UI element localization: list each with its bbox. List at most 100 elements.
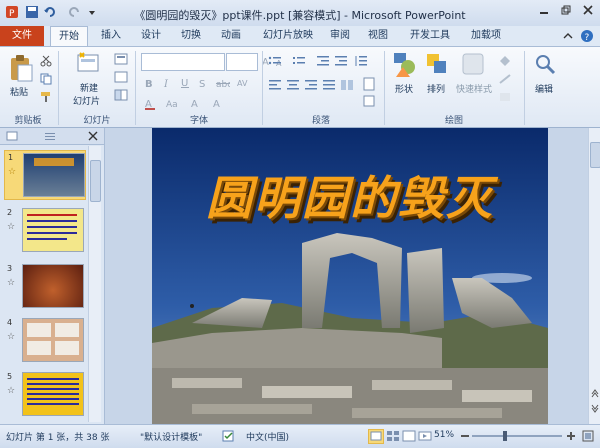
clear-format-icon[interactable]: A <box>212 97 226 114</box>
star-icon: ☆ <box>7 222 16 232</box>
char-spacing-icon[interactable]: AV <box>236 77 250 92</box>
star-icon: ☆ <box>7 278 16 288</box>
decrease-indent-icon[interactable] <box>316 55 330 70</box>
quick-styles-button[interactable]: 快速样式 <box>456 82 492 95</box>
strikethrough-icon[interactable]: abc <box>216 77 232 92</box>
zoom-slider-thumb[interactable] <box>503 431 507 441</box>
editing-button[interactable]: 编辑 <box>535 82 553 95</box>
italic-icon[interactable]: I <box>162 77 174 92</box>
thumbnail-slide-2[interactable]: 2 ☆ <box>4 206 84 254</box>
pane-scroll-thumb[interactable] <box>90 160 101 202</box>
tab-design[interactable]: 设计 <box>136 26 166 46</box>
font-color-icon[interactable]: A <box>144 97 158 114</box>
section-icon[interactable] <box>114 89 128 104</box>
svg-text:Aa: Aa <box>166 100 178 110</box>
star-icon: ☆ <box>7 386 16 396</box>
font-name-combo[interactable] <box>141 53 225 71</box>
shapes-icon[interactable] <box>392 51 418 79</box>
align-right-icon[interactable] <box>304 79 318 94</box>
tab-home[interactable]: 开始 <box>50 26 88 47</box>
editing-icon[interactable] <box>532 51 558 79</box>
tab-developer[interactable]: 开发工具 <box>406 26 454 46</box>
thumbnail-slide-3[interactable]: 3 ☆ <box>4 262 84 310</box>
format-painter-icon[interactable] <box>40 91 52 106</box>
zoom-out-icon[interactable] <box>460 431 470 444</box>
language[interactable]: 中文(中国) <box>246 430 289 443</box>
fit-to-window-icon[interactable] <box>582 430 594 445</box>
next-slide-icon[interactable] <box>591 404 599 417</box>
tab-slideshow[interactable]: 幻灯片放映 <box>260 26 316 46</box>
svg-text:?: ? <box>585 33 590 43</box>
shape-effects-icon[interactable] <box>498 91 512 106</box>
shapes-button[interactable]: 形状 <box>395 82 413 95</box>
change-case-icon[interactable]: Aa <box>166 97 180 114</box>
increase-indent-icon[interactable] <box>334 55 348 70</box>
new-slide-button-line2[interactable]: 幻灯片 <box>73 94 100 107</box>
svg-text:B: B <box>145 79 153 89</box>
slide-scrollbar[interactable] <box>588 128 600 424</box>
paste-icon[interactable] <box>8 53 34 83</box>
highlight-icon[interactable]: A <box>190 97 204 114</box>
zoom-level[interactable]: 51% <box>434 430 454 440</box>
arrange-icon[interactable] <box>424 51 450 79</box>
align-center-icon[interactable] <box>286 79 300 94</box>
quick-styles-icon[interactable] <box>460 51 486 79</box>
reset-icon[interactable] <box>114 71 128 86</box>
bold-icon[interactable]: B <box>144 77 156 92</box>
tab-insert[interactable]: 插入 <box>96 26 126 46</box>
theme-name[interactable]: "默认设计模板" <box>140 430 202 443</box>
thumbnail-slide-4[interactable]: 4 ☆ <box>4 316 84 364</box>
tab-animations[interactable]: 动画 <box>216 26 246 46</box>
slide-thumbnail-pane: 1 ☆ 2 ☆ 3 ☆ 4 ☆ 5 ☆ <box>0 128 105 424</box>
prev-slide-icon[interactable] <box>591 388 599 401</box>
slides-tab-icon[interactable] <box>6 131 18 144</box>
copy-icon[interactable] <box>40 73 52 88</box>
slide-sorter-icon[interactable] <box>386 430 400 445</box>
align-left-icon[interactable] <box>268 79 282 94</box>
shape-fill-icon[interactable] <box>498 55 512 70</box>
spell-check-icon[interactable] <box>222 430 236 445</box>
shadow-icon[interactable]: S <box>198 77 210 92</box>
text-direction-icon[interactable] <box>362 77 376 94</box>
normal-view-icon[interactable] <box>368 429 384 444</box>
tab-review[interactable]: 审阅 <box>326 26 354 46</box>
underline-icon[interactable]: U <box>180 77 192 92</box>
justify-icon[interactable] <box>322 79 336 94</box>
paste-button[interactable]: 粘贴 <box>10 85 28 98</box>
thumbnail-slide-5[interactable]: 5 ☆ <box>4 370 84 418</box>
close-pane-icon[interactable] <box>88 131 98 144</box>
line-spacing-icon[interactable] <box>354 55 368 70</box>
minimize-button[interactable] <box>536 3 552 17</box>
tab-addins[interactable]: 加载项 <box>466 26 506 46</box>
slide-canvas[interactable]: 圆明园的毁灭 <box>152 128 548 424</box>
columns-icon[interactable] <box>340 79 354 94</box>
restore-button[interactable] <box>558 3 574 17</box>
numbering-icon[interactable] <box>292 55 306 70</box>
svg-text:abc: abc <box>216 80 230 89</box>
layout-icon[interactable] <box>114 53 128 68</box>
reading-view-icon[interactable] <box>402 430 416 445</box>
tab-transitions[interactable]: 切换 <box>176 26 206 46</box>
close-button[interactable] <box>580 3 596 17</box>
zoom-slider[interactable] <box>472 435 562 437</box>
clipboard-group-label: 剪贴板 <box>14 116 42 126</box>
outline-tab-icon[interactable] <box>44 131 56 144</box>
cut-icon[interactable] <box>40 55 52 70</box>
bullets-icon[interactable] <box>268 55 282 70</box>
font-size-combo[interactable] <box>226 53 258 71</box>
new-slide-button-line1[interactable]: 新建 <box>80 81 98 94</box>
new-slide-icon[interactable] <box>76 51 100 77</box>
tab-file[interactable]: 文件 <box>0 26 44 46</box>
slideshow-view-icon[interactable] <box>418 430 432 445</box>
slide-title[interactable]: 圆明园的毁灭 <box>152 162 548 228</box>
zoom-in-icon[interactable] <box>566 431 576 444</box>
minimize-ribbon-icon[interactable] <box>562 30 574 42</box>
tab-view[interactable]: 视图 <box>364 26 392 46</box>
shape-outline-icon[interactable] <box>498 73 512 88</box>
slide-scroll-thumb[interactable] <box>590 142 600 168</box>
arrange-button[interactable]: 排列 <box>427 82 445 95</box>
help-icon[interactable]: ? <box>580 29 594 43</box>
pane-scrollbar[interactable] <box>88 146 101 422</box>
align-text-icon[interactable] <box>362 95 376 110</box>
thumbnail-slide-1[interactable]: 1 ☆ <box>4 150 86 200</box>
